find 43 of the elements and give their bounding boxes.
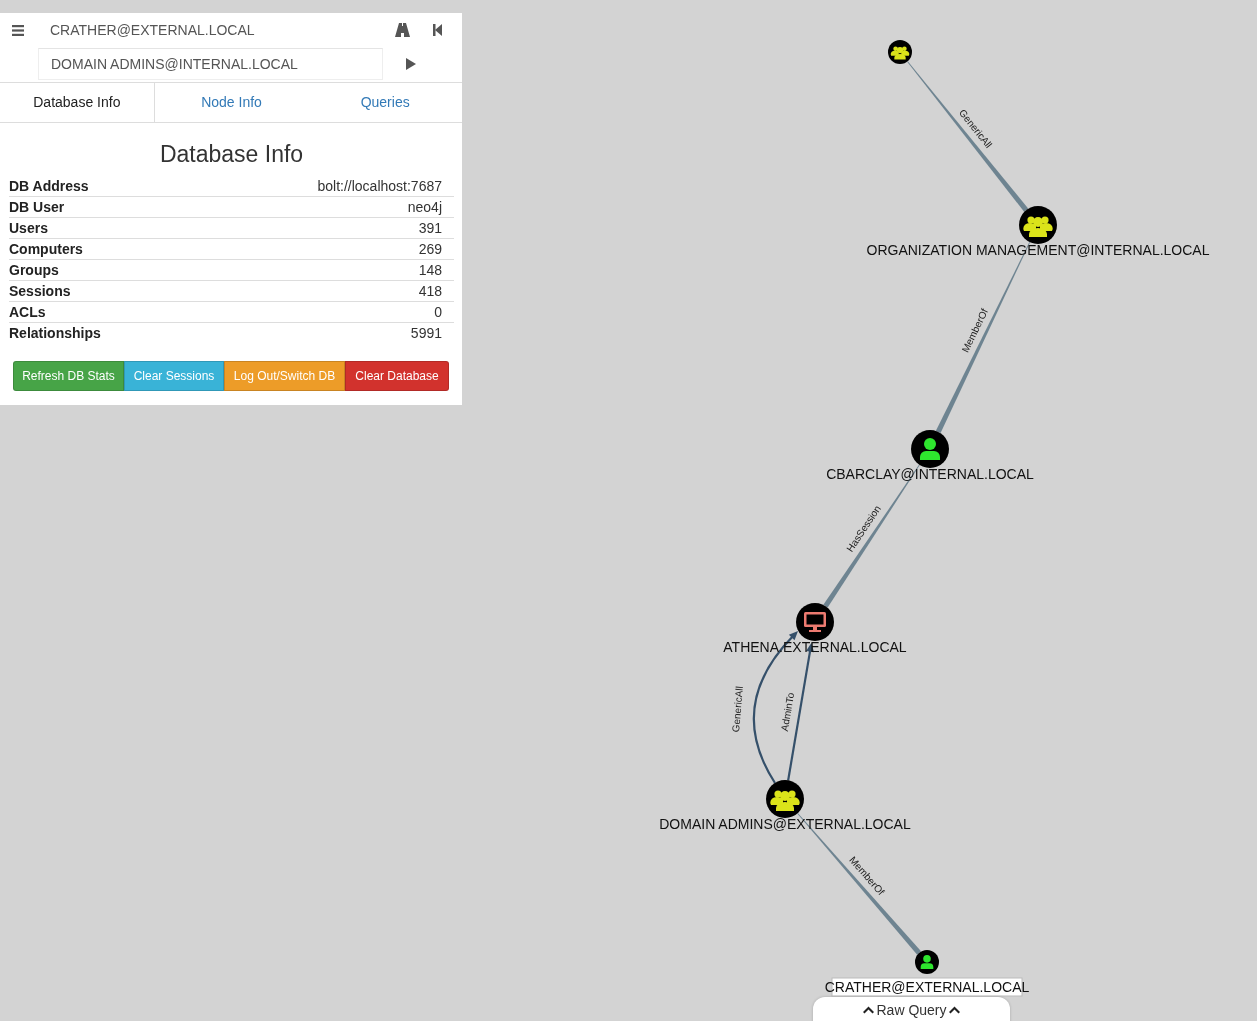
target-node-field[interactable]: DOMAIN ADMINS@INTERNAL.LOCAL (38, 48, 383, 80)
stat-label: Computers (9, 240, 83, 259)
stat-value: 148 (418, 261, 442, 280)
stat-label: DB Address (9, 177, 89, 196)
edge-label: GenericAll (730, 685, 745, 733)
raw-query-tab[interactable]: Raw Query (813, 997, 1010, 1021)
stat-value: 391 (418, 219, 442, 238)
node-label: DOMAIN ADMINS@EXTERNAL.LOCAL (659, 816, 911, 832)
skip-back-icon[interactable] (433, 24, 442, 36)
node-label: ORGANIZATION MANAGEMENT@INTERNAL.LOCAL (866, 242, 1210, 258)
node-label: CRATHER@EXTERNAL.LOCAL (824, 979, 1030, 995)
tab[interactable]: Node Info (154, 83, 309, 122)
computer-node[interactable] (796, 603, 834, 641)
road-icon[interactable] (395, 23, 410, 37)
stat-value: 269 (418, 240, 442, 259)
stat-value: neo4j (407, 198, 442, 217)
caret-icon (863, 1006, 875, 1014)
group-node[interactable] (888, 40, 912, 64)
panel-title: Database Info (158, 141, 305, 168)
play-icon[interactable] (406, 58, 416, 70)
raw-query-label: Raw Query (876, 1002, 947, 1018)
edge-label: AdminTo (778, 691, 797, 732)
group-node[interactable] (1019, 206, 1057, 244)
stat-label: Groups (9, 261, 59, 280)
stat-label: DB User (9, 198, 65, 217)
stat-value: bolt://localhost:7687 (317, 177, 442, 196)
user-node[interactable] (911, 430, 949, 468)
tab[interactable]: Queries (308, 83, 462, 122)
stat-label: Relationships (9, 324, 101, 343)
stat-value: 418 (418, 282, 442, 301)
user-node[interactable] (915, 950, 939, 974)
tab[interactable]: Database Info (0, 83, 155, 122)
action-button[interactable]: Refresh DB Stats (13, 361, 124, 391)
stat-label: Users (9, 219, 48, 238)
action-button[interactable]: Clear Database (345, 361, 449, 391)
caret-icon (948, 1006, 960, 1014)
stat-value: 5991 (410, 324, 442, 343)
node-label: CBARCLAY@INTERNAL.LOCAL (826, 466, 1034, 482)
stat-value: 0 (434, 303, 442, 322)
stat-label: ACLs (9, 303, 46, 322)
group-node[interactable] (766, 780, 804, 818)
stat-label: Sessions (9, 282, 71, 301)
menu-icon[interactable] (12, 24, 24, 36)
